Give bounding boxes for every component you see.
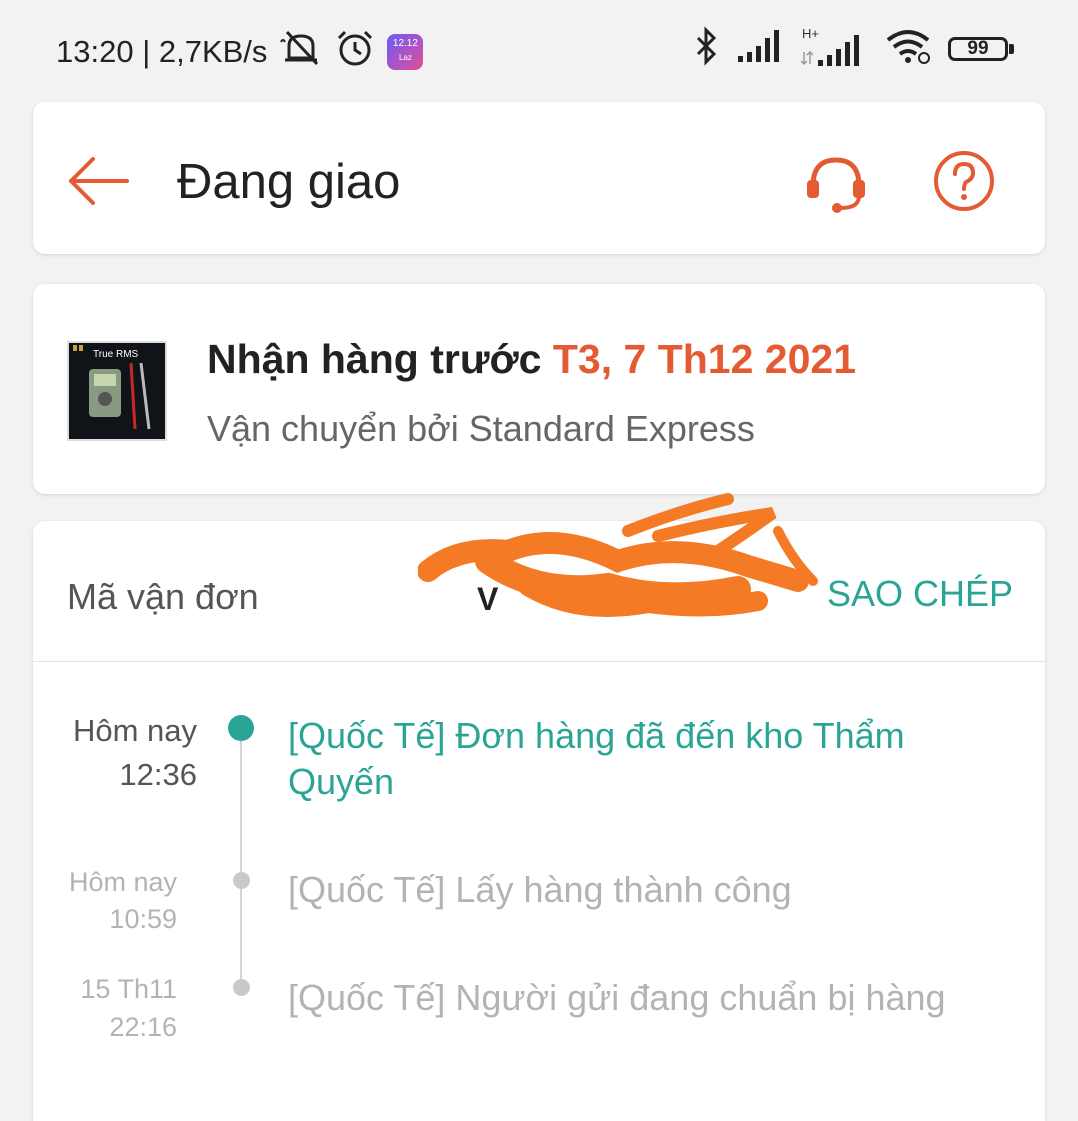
status-time-speed: 13:20 | 2,7KB/s xyxy=(56,34,268,69)
wifi-icon xyxy=(884,26,932,74)
delivery-estimate: Nhận hàng trước T3, 7 Th12 2021 xyxy=(207,336,856,383)
battery-level: 99 xyxy=(967,38,989,59)
carrier-info: Vận chuyển bởi Standard Express xyxy=(207,408,755,449)
tracking-number-label: Mã vận đơn xyxy=(67,576,259,617)
mute-icon xyxy=(279,28,323,76)
lazada-app-icon: 12.12 Laz xyxy=(387,34,424,70)
event-description: [Quốc Tế] Người gửi đang chuẩn bị hàng xyxy=(288,977,946,1018)
event-time: 10:59 xyxy=(109,904,177,934)
header-bar: Đang giao xyxy=(33,102,1045,254)
help-button[interactable] xyxy=(931,148,997,214)
event-date: Hôm nay xyxy=(68,867,177,897)
event-date: 15 Th11 xyxy=(80,974,177,1004)
battery-icon: 99 xyxy=(948,35,1018,65)
back-button[interactable] xyxy=(65,146,135,216)
signal-hplus-icon: H+ xyxy=(800,26,868,70)
copy-button[interactable]: SAO CHÉP xyxy=(827,573,1013,615)
event-description: [Quốc Tế] Đơn hàng đã đến kho Thẩm Quyến xyxy=(288,715,905,802)
bluetooth-icon xyxy=(694,26,720,74)
status-bar: 13:20 | 2,7KB/s 12.12 Laz H+ 99 xyxy=(0,0,1078,96)
question-circle-icon xyxy=(931,151,997,218)
app-badge-text: 12.12 xyxy=(392,38,418,49)
timeline-dot xyxy=(233,872,250,889)
timeline-dot xyxy=(233,979,250,996)
tracking-card: Mã vận đơn V SAO CHÉP Hôm nay 12:36 [Quố… xyxy=(33,493,1045,1121)
delivery-label: Nhận hàng trước xyxy=(207,336,542,382)
page-title: Đang giao xyxy=(177,155,401,209)
delivery-estimate-card: True RMS Nhận hàng trước T3, 7 Th12 2021… xyxy=(33,284,1045,494)
event-date: Hôm nay xyxy=(72,713,197,748)
event-time: 12:36 xyxy=(119,757,197,792)
app-badge-sub: Laz xyxy=(398,53,412,62)
timeline-line xyxy=(240,729,242,991)
divider xyxy=(33,661,1045,662)
delivery-date: T3, 7 Th12 2021 xyxy=(552,336,856,382)
arrow-left-icon xyxy=(65,157,135,220)
redaction-scribble xyxy=(418,493,818,617)
multimeter-image xyxy=(73,345,151,430)
event-description: [Quốc Tế] Lấy hàng thành công xyxy=(288,869,792,910)
product-thumbnail[interactable]: True RMS xyxy=(67,341,167,441)
event-time: 22:16 xyxy=(109,1012,177,1042)
customer-support-button[interactable] xyxy=(803,150,869,216)
timeline-dot-active xyxy=(228,715,254,741)
signal-icon xyxy=(736,28,784,72)
headset-icon xyxy=(803,157,869,220)
alarm-icon xyxy=(335,28,375,76)
